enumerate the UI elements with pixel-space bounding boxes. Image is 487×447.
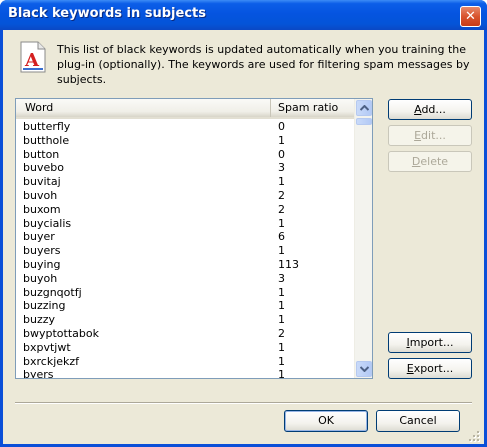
add-button[interactable]: Add... [388,99,472,120]
keywords-list[interactable]: Word Spam ratio butterfly 0 butthole 1 butto… [15,98,373,379]
keyword-spam-ratio: 2 [278,202,285,216]
keyword-word: buzgnqotfj [23,285,82,299]
keyword-spam-ratio: 113 [278,257,299,271]
keyword-word: buying [23,257,61,271]
keyword-word: button [23,147,60,161]
dialog-body: A This list of black keywords is updated… [3,30,484,444]
keyword-spam-ratio: 6 [278,230,285,244]
keyword-spam-ratio: 1 [278,133,285,147]
import-button-label: mport... [409,336,454,349]
keyword-spam-ratio: 0 [278,120,285,133]
description-text: This list of black keywords is updated a… [57,43,470,86]
keyword-spam-ratio: 1 [278,175,285,189]
dialog-window: Black keywords in subjects ✕ A This list… [0,0,487,447]
export-button-label: xport... [413,362,454,375]
keyword-spam-ratio: 2 [278,326,285,340]
list-item[interactable]: bxpvtjwt 1 [16,341,354,355]
keyword-word: bxrckjekzf [23,354,80,368]
edit-button[interactable]: Edit... [388,125,472,146]
list-item[interactable]: butthole 1 [16,134,354,148]
list-item[interactable]: buvebo 3 [16,161,354,175]
svg-text:A: A [24,50,40,71]
keyword-word: byers [23,368,54,379]
chevron-up-icon [360,105,369,111]
keyword-word: buzzy [23,313,56,327]
list-item[interactable]: butterfly 0 [16,120,354,134]
column-header-word[interactable]: Word [16,99,271,117]
list-header: Word Spam ratio [16,99,354,119]
title-bar[interactable]: Black keywords in subjects ✕ [0,0,487,30]
keyword-word: buycialis [23,216,72,230]
keyword-word: butthole [23,133,70,147]
scroll-thumb[interactable] [356,118,372,125]
list-item[interactable]: buzzing 1 [16,299,354,313]
chevron-down-icon [360,366,369,372]
list-item[interactable]: buyer 6 [16,230,354,244]
list-item[interactable]: bwyptottabok 2 [16,327,354,341]
edit-button-label: dit... [421,129,446,142]
list-item[interactable]: buvitaj 1 [16,175,354,189]
keyword-spam-ratio: 3 [278,271,285,285]
keyword-word: butterfly [23,120,71,133]
keyword-word: buvitaj [23,175,61,189]
keyword-spam-ratio: 1 [278,368,285,379]
list-item[interactable]: buvoh 2 [16,189,354,203]
delete-button[interactable]: Delete [388,151,472,172]
list-item[interactable]: buyers 1 [16,244,354,258]
export-button[interactable]: Export... [388,358,472,379]
keyword-spam-ratio: 0 [278,147,285,161]
scroll-up-button[interactable] [356,100,372,116]
keyword-spam-ratio: 1 [278,354,285,368]
separator-line [15,402,472,404]
window-title: Black keywords in subjects [8,6,206,21]
list-item[interactable]: buzzy 1 [16,313,354,327]
list-rows: butterfly 0 butthole 1 button 0 buvebo 3 buvitaj… [16,120,354,379]
cancel-button[interactable]: Cancel [376,410,460,432]
delete-button-label: elete [420,155,449,168]
list-item[interactable]: buycialis 1 [16,217,354,231]
close-icon: ✕ [465,9,476,24]
list-item[interactable]: buzgnqotfj 1 [16,286,354,300]
keyword-spam-ratio: 1 [278,285,285,299]
document-a-icon: A [20,41,46,73]
keyword-spam-ratio: 1 [278,299,285,313]
keyword-word: buyers [23,244,61,258]
vertical-scrollbar[interactable] [354,99,372,378]
keyword-word: buvebo [23,161,64,175]
keyword-spam-ratio: 1 [278,340,285,354]
keyword-spam-ratio: 1 [278,244,285,258]
keyword-word: buxom [23,202,61,216]
add-button-label: dd... [421,103,446,116]
close-button[interactable]: ✕ [460,6,481,27]
scroll-down-button[interactable] [356,361,372,377]
keyword-spam-ratio: 2 [278,188,285,202]
column-header-spam-ratio[interactable]: Spam ratio [272,99,354,117]
keyword-spam-ratio: 1 [278,313,285,327]
keyword-spam-ratio: 1 [278,216,285,230]
edit-button-access-key: E [414,129,422,142]
keyword-word: buzzing [23,299,66,313]
keyword-word: buyer [23,230,55,244]
list-item[interactable]: bxrckjekzf 1 [16,355,354,369]
import-button[interactable]: Import... [388,332,472,353]
keyword-word: buyoh [23,271,58,285]
resize-grip-icon[interactable] [469,431,481,443]
keyword-spam-ratio: 3 [278,161,285,175]
ok-button[interactable]: OK [284,410,368,432]
list-item[interactable]: buxom 2 [16,203,354,217]
keyword-word: bwyptottabok [23,326,99,340]
keyword-word: bxpvtjwt [23,340,71,354]
list-item[interactable]: buying 113 [16,258,354,272]
list-item[interactable]: buyoh 3 [16,272,354,286]
export-button-access-key: E [406,362,414,375]
list-item[interactable]: button 0 [16,148,354,162]
list-item[interactable]: byers 1 [16,368,354,379]
keyword-word: buvoh [23,188,58,202]
